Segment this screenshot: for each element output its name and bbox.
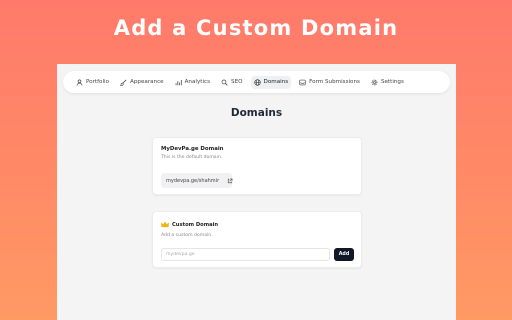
nav-label-analytics: Analytics — [184, 79, 211, 85]
custom-domain-title: Custom Domain — [172, 221, 219, 228]
nav-item-form-submissions[interactable]: Form Submissions — [296, 76, 363, 89]
nav-item-seo[interactable]: SEO — [218, 76, 246, 89]
custom-domain-input[interactable] — [161, 248, 330, 261]
nav-item-portfolio[interactable]: Portfolio — [73, 76, 112, 89]
nav-item-domains[interactable]: Domains — [250, 75, 292, 89]
nav-item-settings[interactable]: Settings — [368, 76, 407, 89]
user-icon — [76, 78, 83, 86]
custom-domain-card: Custom Domain Add a custom domain. Add — [152, 211, 362, 268]
default-domain-url: mydevpa.ge/shahmir — [166, 177, 220, 184]
top-navbar: Portfolio Appearance Analytics SEO Domai… — [63, 71, 450, 93]
nav-item-appearance[interactable]: Appearance — [117, 76, 167, 89]
brush-icon — [120, 79, 127, 86]
default-domain-link[interactable]: mydevpa.ge/shahmir — [161, 173, 233, 188]
nav-label-seo: SEO — [231, 79, 243, 85]
nav-label-domains: Domains — [263, 79, 289, 85]
globe-icon — [253, 78, 261, 86]
app-window: Portfolio Appearance Analytics SEO Domai… — [57, 64, 456, 320]
page-title: Domains — [230, 107, 283, 119]
nav-label-settings: Settings — [380, 79, 404, 85]
inbox-icon — [299, 79, 306, 86]
gear-icon — [371, 79, 378, 86]
nav-label-appearance: Appearance — [130, 79, 164, 85]
hero-title: Add a Custom Domain — [113, 16, 399, 40]
custom-domain-header: Custom Domain — [161, 221, 218, 228]
search-icon — [221, 79, 228, 86]
nav-item-analytics[interactable]: Analytics — [172, 76, 213, 89]
external-link-icon[interactable] — [227, 178, 233, 184]
default-domain-card: MyDevPa.ge Domain This is the default do… — [152, 137, 362, 195]
add-domain-button[interactable]: Add — [334, 248, 354, 261]
nav-label-portfolio: Portfolio — [86, 79, 110, 85]
default-domain-title: MyDevPa.ge Domain — [161, 146, 224, 152]
chart-icon — [175, 79, 182, 86]
custom-domain-description: Add a custom domain. — [161, 233, 213, 238]
crown-icon — [161, 221, 169, 228]
nav-label-form-submissions: Form Submissions — [309, 79, 360, 85]
default-domain-description: This is the default domain. — [161, 155, 223, 160]
